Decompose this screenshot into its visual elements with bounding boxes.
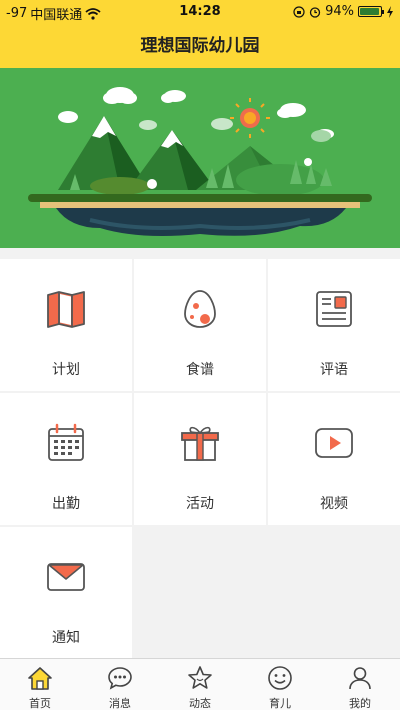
banner-illustration — [0, 68, 400, 248]
tab-profile[interactable]: 我的 — [320, 659, 400, 710]
status-bar: -97 中国联通 14:28 94% — [0, 0, 400, 24]
user-icon — [349, 667, 371, 690]
alarm-icon — [309, 6, 321, 18]
grid-item-label: 视频 — [320, 496, 348, 512]
tab-label: 消息 — [109, 697, 131, 710]
tab-parenting[interactable]: 育儿 — [240, 659, 320, 710]
tab-label: 育儿 — [269, 697, 291, 710]
feature-grid: 计划 食谱 评语 出勤 活动 视频 通知 — [0, 259, 400, 659]
tab-label: 动态 — [189, 697, 211, 710]
grid-item-video[interactable]: 视频 — [268, 393, 400, 525]
smile-icon — [268, 666, 292, 690]
charging-icon — [387, 5, 393, 18]
tab-label: 首页 — [29, 697, 51, 710]
activity-gift-icon — [181, 426, 219, 461]
grid-item-activity[interactable]: 活动 — [134, 393, 266, 525]
battery-icon — [358, 6, 384, 17]
tab-messages[interactable]: 消息 — [80, 659, 160, 710]
grid-item-recipe[interactable]: 食谱 — [134, 259, 266, 391]
tab-feed[interactable]: 动态 — [160, 659, 240, 710]
grid-item-label: 出勤 — [52, 496, 80, 512]
grid-item-label: 计划 — [52, 362, 80, 378]
grid-item-comment[interactable]: 评语 — [268, 259, 400, 391]
bottom-tab-bar: 首页 消息 动态 育儿 我的 — [0, 658, 400, 710]
chat-icon — [108, 667, 132, 690]
star-icon — [188, 666, 212, 689]
rotation-lock-icon — [293, 5, 305, 18]
grid-item-attendance[interactable]: 出勤 — [0, 393, 132, 525]
tab-label: 我的 — [349, 697, 371, 710]
page-title: 理想国际幼儿园 — [0, 24, 400, 68]
grid-item-label: 食谱 — [186, 362, 214, 378]
recipe-egg-icon — [184, 290, 216, 328]
video-play-icon — [315, 428, 353, 458]
grid-item-label: 活动 — [186, 496, 214, 512]
notice-envelope-icon — [47, 563, 85, 591]
grid-item-label: 通知 — [52, 630, 80, 646]
comment-card-icon — [316, 291, 352, 327]
attendance-calendar-icon — [48, 423, 84, 461]
home-icon — [28, 667, 52, 690]
tab-home[interactable]: 首页 — [0, 659, 80, 710]
grid-item-notice[interactable]: 通知 — [0, 527, 132, 659]
plan-map-icon — [47, 291, 85, 328]
grid-item-plan[interactable]: 计划 — [0, 259, 132, 391]
grid-item-label: 评语 — [320, 362, 348, 378]
battery-percent: 94% — [325, 4, 354, 19]
